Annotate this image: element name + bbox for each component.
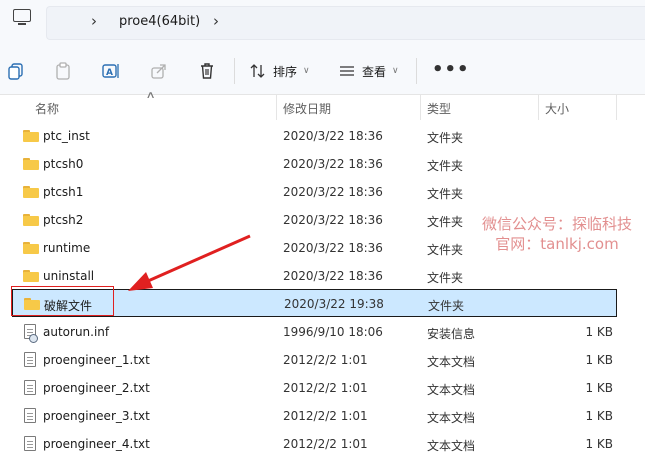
watermark-line: 官网：tanlkj.com bbox=[495, 235, 619, 253]
watermark-line: 微信公众号：探临科技 bbox=[482, 215, 633, 233]
watermark: 微信公众号：探临科技 官网：tanlkj.com bbox=[482, 214, 632, 254]
